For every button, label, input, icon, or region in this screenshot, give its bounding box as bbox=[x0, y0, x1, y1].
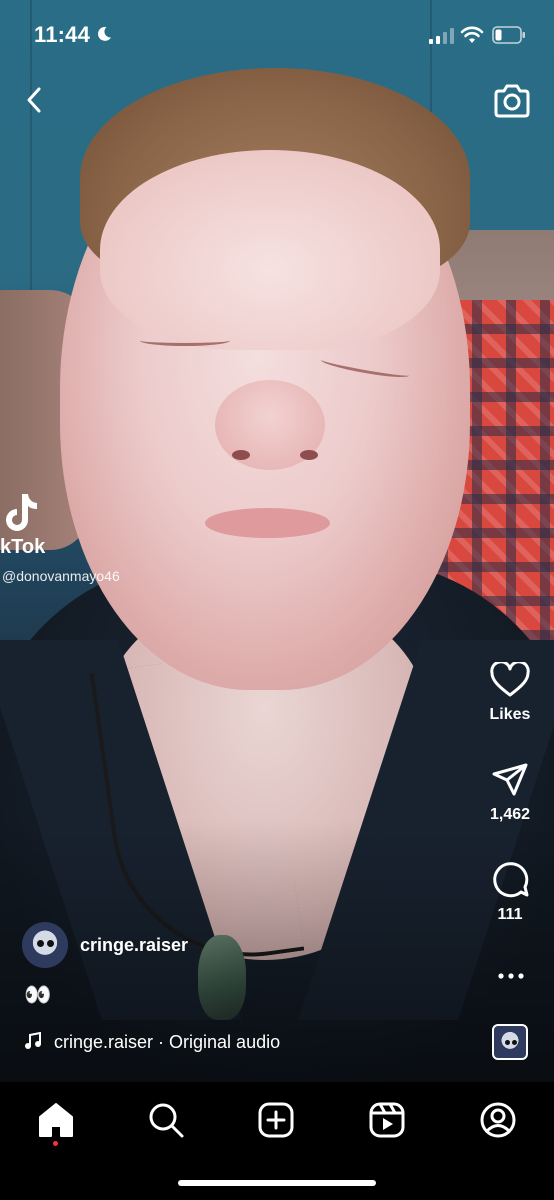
nostril bbox=[232, 450, 250, 460]
tiktok-watermark: kTok @donovanmayo46 bbox=[0, 492, 140, 592]
comments-count: 111 bbox=[497, 906, 523, 923]
create-icon bbox=[258, 1102, 294, 1138]
audio-thumbnail[interactable] bbox=[492, 1024, 528, 1060]
likes-label: Likes bbox=[489, 706, 531, 723]
back-chevron-icon[interactable] bbox=[20, 82, 50, 118]
more-options-icon[interactable] bbox=[494, 966, 528, 986]
send-icon bbox=[492, 763, 528, 796]
reels-icon bbox=[369, 1102, 405, 1138]
heart-icon bbox=[490, 662, 530, 697]
thumb-eye bbox=[505, 1040, 510, 1045]
watermark-brand: kTok bbox=[0, 536, 46, 558]
username[interactable]: cringe.raiser bbox=[80, 935, 188, 956]
comment-button[interactable]: 111 bbox=[478, 860, 542, 924]
watermark-handle: @donovanmayo46 bbox=[2, 568, 120, 584]
post-caption: 👀 bbox=[24, 982, 52, 1007]
tab-home[interactable] bbox=[36, 1100, 76, 1140]
moon-icon bbox=[98, 26, 111, 41]
home-icon bbox=[39, 1103, 73, 1137]
share-button[interactable]: 1,462 bbox=[478, 762, 542, 824]
avatar-eye bbox=[47, 940, 54, 947]
camera-icon[interactable] bbox=[492, 82, 532, 120]
forehead bbox=[100, 150, 440, 350]
thumb-eye bbox=[512, 1040, 517, 1045]
avatar-eye bbox=[37, 940, 44, 947]
comment-icon bbox=[493, 862, 529, 898]
home-notification-dot bbox=[53, 1141, 58, 1146]
audio-label: cringe.raiser · Original audio bbox=[54, 1032, 281, 1052]
audio-link[interactable]: cringe.raiser · Original audio bbox=[24, 1032, 280, 1053]
tab-search[interactable] bbox=[146, 1100, 186, 1140]
battery-icon bbox=[492, 26, 525, 44]
avatar[interactable] bbox=[22, 922, 68, 968]
mouth bbox=[205, 508, 330, 538]
cellular-signal-icon bbox=[429, 28, 454, 44]
shares-count: 1,462 bbox=[489, 806, 531, 823]
tab-reels[interactable] bbox=[367, 1100, 407, 1140]
wifi-icon bbox=[460, 26, 484, 43]
music-note-icon bbox=[25, 1032, 41, 1049]
status-time: 11:44 bbox=[34, 22, 91, 47]
profile-icon bbox=[480, 1102, 516, 1138]
nostril bbox=[300, 450, 318, 460]
tiktok-note-icon bbox=[6, 494, 37, 531]
left-eye bbox=[140, 335, 230, 346]
tab-create[interactable] bbox=[256, 1100, 296, 1140]
status-bar: 11:44 bbox=[0, 0, 554, 68]
tab-profile[interactable] bbox=[478, 1100, 518, 1140]
watermark-handle-text: donovanmayo46 bbox=[16, 568, 120, 584]
like-button[interactable]: Likes bbox=[478, 662, 542, 724]
search-icon bbox=[149, 1103, 184, 1138]
home-indicator bbox=[178, 1180, 376, 1186]
